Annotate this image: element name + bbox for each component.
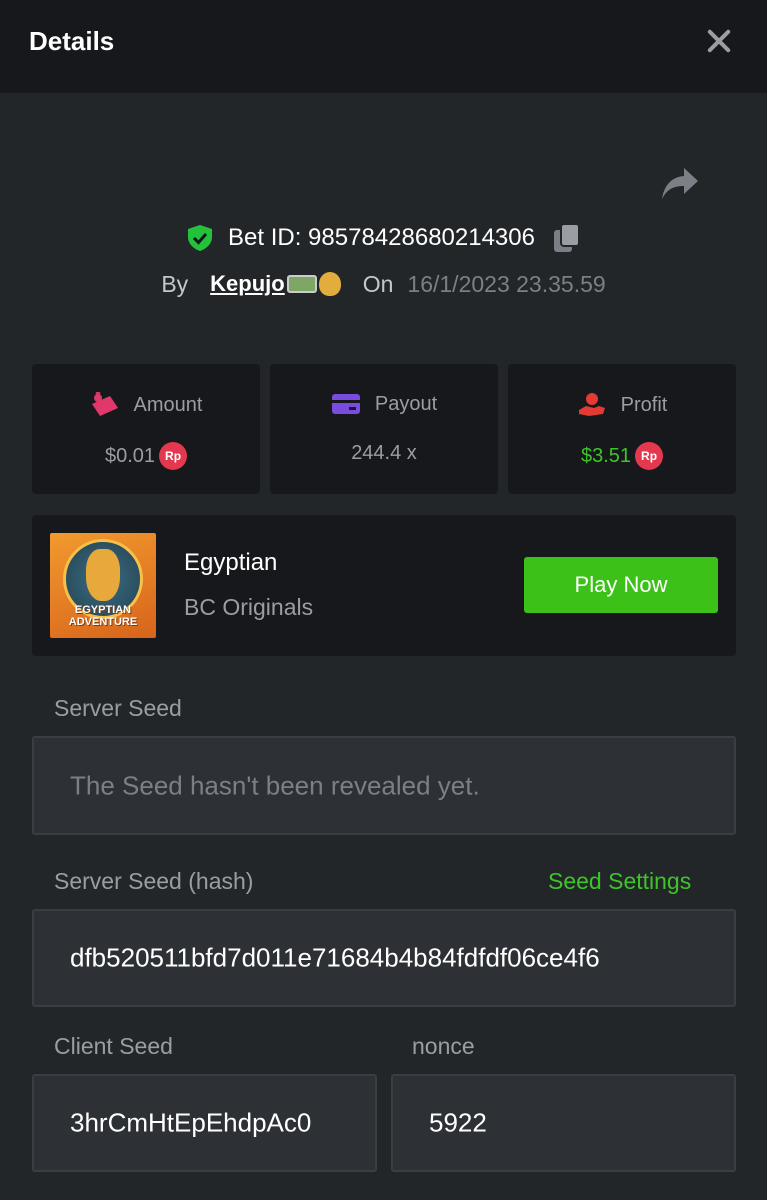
server-seed-hash-value: dfb520511bfd7d011e71684b4b84fdfdf06ce4f6 xyxy=(70,942,600,973)
game-card: EGYPTIAN ADVENTURE Egyptian BC Originals… xyxy=(32,515,736,656)
username: Kepujo xyxy=(210,271,285,296)
bet-date: 16/1/2023 23.35.59 xyxy=(407,270,606,297)
thumbnail-title: EGYPTIAN ADVENTURE xyxy=(68,604,138,628)
game-thumbnail[interactable]: EGYPTIAN ADVENTURE xyxy=(50,533,156,638)
share-icon[interactable] xyxy=(660,166,700,202)
card-icon xyxy=(331,394,360,414)
currency-badge: Rp xyxy=(159,442,188,470)
copy-icon[interactable] xyxy=(553,223,581,253)
on-label: On xyxy=(362,270,394,297)
stat-amount-value: $0.01 xyxy=(104,444,156,467)
pharaoh-icon xyxy=(86,549,120,601)
stat-payout-label: Payout xyxy=(374,392,438,415)
bet-author-row: By Kepujo On 16/1/2023 23.35.59 xyxy=(0,266,767,302)
server-seed-field: The Seed hasn't been revealed yet. xyxy=(32,736,736,835)
modal-header: Details xyxy=(0,0,767,93)
play-now-button[interactable]: Play Now xyxy=(524,557,718,613)
client-seed-label: Client Seed xyxy=(54,1033,173,1059)
bet-stats: Amount $0.01 Rp Payout 244.4 x Profit $3… xyxy=(32,364,736,494)
client-seed-value: 3hrCmHtEpEhdpAc0 xyxy=(70,1107,312,1138)
server-seed-label: Server Seed xyxy=(54,695,182,721)
verified-shield-icon xyxy=(188,225,213,251)
server-seed-placeholder: The Seed hasn't been revealed yet. xyxy=(70,770,480,800)
stat-amount: Amount $0.01 Rp xyxy=(32,364,260,494)
close-icon[interactable] xyxy=(702,24,736,58)
currency-badge: Rp xyxy=(635,442,664,470)
stat-profit-value: $3.51 xyxy=(580,444,632,467)
nonce-field[interactable]: 5922 xyxy=(391,1074,736,1172)
bet-id-row: Bet ID: 98578428680214306 xyxy=(0,220,767,256)
money-icon xyxy=(286,275,317,293)
stat-profit: Profit $3.51 Rp xyxy=(508,364,736,494)
game-provider: BC Originals xyxy=(184,594,314,620)
profit-hand-icon xyxy=(578,393,605,416)
stat-payout: Payout 244.4 x xyxy=(270,364,498,494)
stat-payout-value: 244.4 x xyxy=(351,442,417,464)
by-label: By xyxy=(161,270,189,297)
stat-profit-label: Profit xyxy=(620,393,668,416)
amount-icon xyxy=(91,392,118,416)
bet-id: Bet ID: 98578428680214306 xyxy=(228,224,535,251)
nonce-value: 5922 xyxy=(429,1107,487,1138)
game-name: Egyptian xyxy=(184,549,278,576)
username-link[interactable]: Kepujo xyxy=(210,271,341,297)
nonce-label: nonce xyxy=(412,1033,475,1059)
seed-settings-link[interactable]: Seed Settings xyxy=(548,868,691,895)
modal-title: Details xyxy=(29,26,115,56)
client-seed-field[interactable]: 3hrCmHtEpEhdpAc0 xyxy=(32,1074,377,1172)
server-seed-hash-label: Server Seed (hash) xyxy=(54,868,254,894)
stat-amount-label: Amount xyxy=(133,393,203,416)
server-seed-hash-field[interactable]: dfb520511bfd7d011e71684b4b84fdfdf06ce4f6 xyxy=(32,909,736,1007)
money-bag-icon xyxy=(318,272,341,296)
